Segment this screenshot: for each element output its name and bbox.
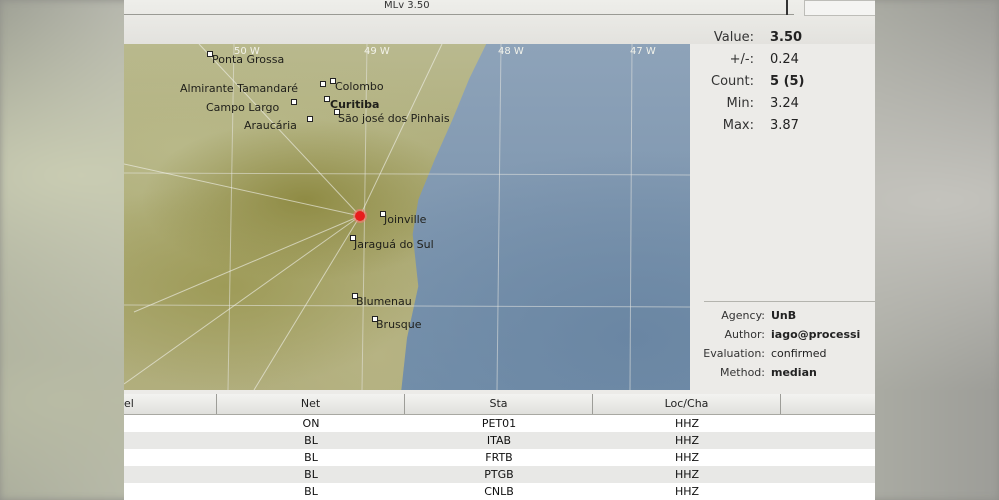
station-map[interactable]: 50 W 49 W 48 W 47 W Ponta Grossa Almiran… <box>124 44 690 390</box>
sta-cell: PET01 <box>481 417 517 430</box>
ray-line-6 <box>124 215 361 385</box>
grid-line-lat-1 <box>124 172 690 176</box>
method-row: Method: median <box>704 366 875 384</box>
sta-cell: PTGB <box>484 468 514 481</box>
city-label: Blumenau <box>356 295 412 308</box>
city-label: Jaraguá do Sul <box>354 238 434 251</box>
min-row: Min: 3.24 <box>690 96 875 116</box>
agency-field: UnB <box>771 309 797 322</box>
column-header-loc-cha[interactable]: Loc/Cha <box>593 394 781 414</box>
min-label: Min: <box>726 96 754 111</box>
grid-line-lon-48 <box>496 44 502 390</box>
sta-cell: CNLB <box>484 485 514 498</box>
cha-cell: HHZ <box>674 468 700 481</box>
cha-cell: HHZ <box>674 451 700 464</box>
slider-track <box>124 14 794 15</box>
table-row[interactable]: BL PTGB HHZ <box>124 466 875 483</box>
city-label: Colombo <box>335 80 384 93</box>
column-header-net[interactable]: Net <box>217 394 405 414</box>
net-cell: BL <box>304 485 318 498</box>
magnitude-type-label: MLv 3.50 <box>384 0 430 11</box>
ray-line-4 <box>359 44 443 217</box>
magnitude-info-panel: Value: 3.50 +/-: 0.24 Count: 5 (5) Min: … <box>690 24 875 300</box>
city-label: São josé dos Pinhais <box>338 112 450 125</box>
value-field: 3.50 <box>770 30 803 45</box>
table-row[interactable]: BL FRTB HHZ <box>124 449 875 466</box>
value-label: Value: <box>713 30 754 45</box>
uncertainty-row: +/-: 0.24 <box>690 52 875 72</box>
value-row: Value: 3.50 <box>690 30 875 50</box>
epicenter-marker[interactable] <box>355 211 365 221</box>
uncertainty-label: +/-: <box>729 52 754 67</box>
longitude-label: 48 W <box>498 46 524 57</box>
city-label: Brusque <box>376 318 422 331</box>
city-label: Joinville <box>384 213 427 226</box>
evaluation-label: Evaluation: <box>703 347 765 360</box>
grid-line-lon-50 <box>227 44 235 390</box>
city-label: Araucária <box>244 119 297 132</box>
city-marker <box>307 116 313 122</box>
min-field: 3.24 <box>770 96 799 111</box>
sta-cell: ITAB <box>486 434 512 447</box>
slider-handle[interactable] <box>786 0 788 15</box>
evaluation-row: Evaluation: confirmed <box>703 347 875 365</box>
magnitude-input[interactable] <box>804 0 875 16</box>
column-header-level[interactable]: el <box>124 394 217 414</box>
column-header-extra[interactable] <box>781 394 875 414</box>
method-field: median <box>771 366 817 379</box>
ray-line-2 <box>124 163 361 217</box>
origin-info-panel: Agency: UnB Author: iago@processi Evalua… <box>703 301 875 391</box>
max-label: Max: <box>722 118 754 133</box>
count-field: 5 (5) <box>770 74 805 89</box>
table-row[interactable]: BL ITAB HHZ <box>124 432 875 449</box>
author-label: Author: <box>724 328 765 341</box>
cha-cell: HHZ <box>674 417 700 430</box>
cha-cell: HHZ <box>674 485 700 498</box>
author-row: Author: iago@processi <box>704 328 875 346</box>
column-header-sta[interactable]: Sta <box>405 394 593 414</box>
station-table: el Net Sta Loc/Cha ON PET01 HHZ BL ITAB … <box>124 394 875 500</box>
table-header: el Net Sta Loc/Cha <box>124 394 875 415</box>
ray-line-1 <box>133 215 361 313</box>
grid-line-lon-47 <box>629 44 633 390</box>
uncertainty-field: 0.24 <box>770 52 799 67</box>
net-cell: BL <box>304 468 318 481</box>
city-marker <box>291 99 297 105</box>
sta-cell: FRTB <box>485 451 513 464</box>
city-marker <box>320 81 326 87</box>
city-label: Ponta Grossa <box>212 53 285 66</box>
city-label: Almirante Tamandaré <box>180 82 299 95</box>
longitude-label: 47 W <box>630 46 656 57</box>
longitude-label: 49 W <box>364 46 390 57</box>
table-row[interactable]: ON PET01 HHZ <box>124 415 875 432</box>
evaluation-field: confirmed <box>771 347 827 360</box>
method-label: Method: <box>720 366 765 379</box>
agency-row: Agency: UnB <box>704 309 875 327</box>
city-label: Campo Largo <box>206 101 280 114</box>
author-field: iago@processi <box>771 328 861 341</box>
net-cell: BL <box>304 434 318 447</box>
table-row[interactable]: BL CNLB HHZ <box>124 483 875 500</box>
agency-label: Agency: <box>721 309 765 322</box>
ray-line-5 <box>253 215 361 390</box>
count-label: Count: <box>711 74 754 89</box>
count-row: Count: 5 (5) <box>690 74 875 94</box>
net-cell: BL <box>304 451 318 464</box>
net-cell: ON <box>302 417 320 430</box>
magnitude-window: MLv 3.50 50 W 49 W 48 W 47 W Ponta Gross… <box>124 0 875 500</box>
cha-cell: HHZ <box>674 434 700 447</box>
max-field: 3.87 <box>770 118 799 133</box>
max-row: Max: 3.87 <box>690 118 875 138</box>
